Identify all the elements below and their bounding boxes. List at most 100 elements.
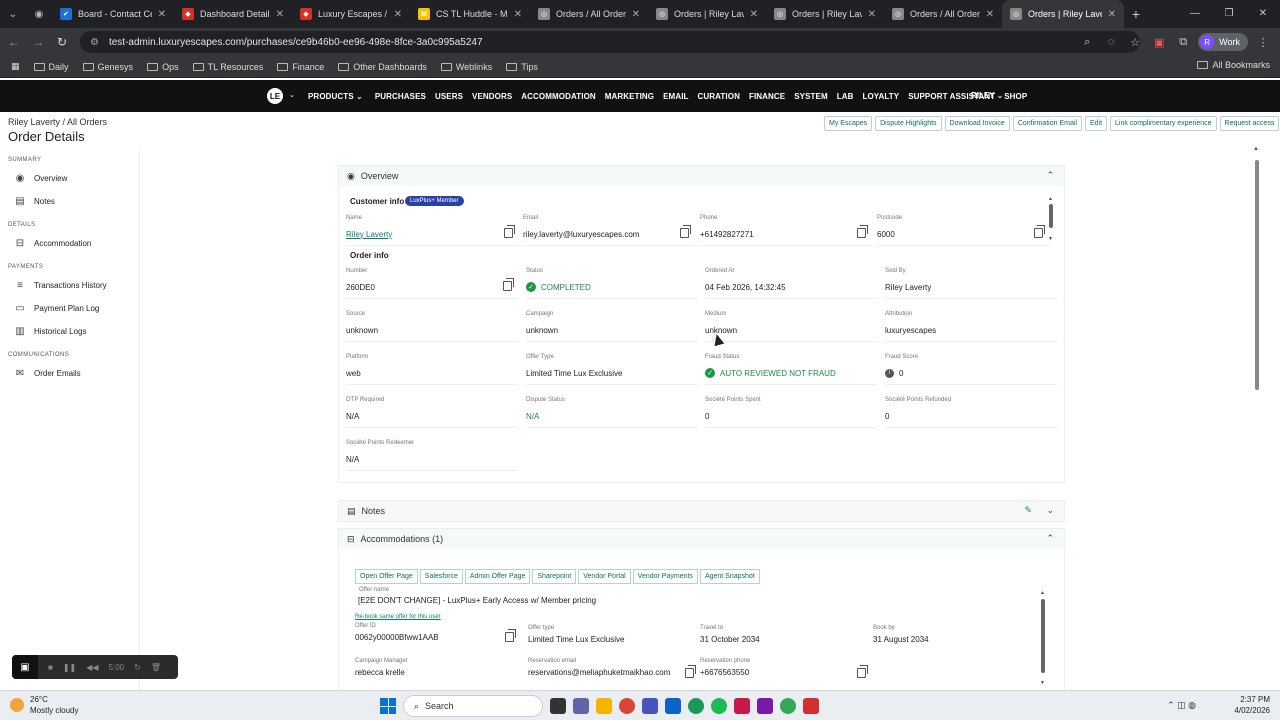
sidebar-item-notes[interactable]: ▤ Notes: [0, 190, 139, 213]
teams-work-icon[interactable]: [642, 698, 658, 714]
menu-kebab-icon[interactable]: ⋮: [1254, 36, 1272, 49]
close-tab-icon[interactable]: ✕: [868, 9, 876, 20]
nav-menu-item[interactable]: PURCHASES: [375, 92, 426, 101]
chevron-down-icon[interactable]: ⌄: [289, 91, 295, 99]
copy-icon[interactable]: [1034, 225, 1045, 238]
notes-header[interactable]: ▤ Notes ✎ ⌄: [339, 501, 1064, 521]
onenote-icon[interactable]: [757, 698, 773, 714]
nav-menu-item[interactable]: VENDORS: [472, 92, 512, 101]
windows-start-icon[interactable]: [380, 698, 396, 714]
browser-tab[interactable]: ◎ Orders | Riley Laverty ✕: [1002, 0, 1124, 28]
sidebar-item-order-emails[interactable]: ✉ Order Emails: [0, 362, 139, 385]
sidebar-item-accommodation[interactable]: ⊟ Accommodation: [0, 232, 139, 255]
user-menu[interactable]: RILEY ⌄: [971, 91, 1003, 100]
camera-icon[interactable]: ▣: [12, 655, 38, 679]
overview-scrollbar-thumb[interactable]: [1049, 204, 1053, 228]
bookmark-folder[interactable]: Tips: [501, 62, 543, 72]
browser-tab[interactable]: ✔ Board - Contact Cen ✕: [52, 0, 174, 28]
close-tab-icon[interactable]: ✕: [394, 9, 402, 20]
order-action-button[interactable]: Confirmation Email: [1012, 116, 1082, 131]
accommodation-scrollbar[interactable]: ▲ ▼: [1040, 590, 1046, 686]
rebook-link[interactable]: Re-book same offer for this user: [355, 614, 1035, 620]
order-action-button[interactable]: Link complimentary experience: [1110, 116, 1217, 131]
maximize-icon[interactable]: ❐: [1212, 0, 1246, 28]
file-explorer-icon[interactable]: [596, 698, 612, 714]
close-tab-icon[interactable]: ✕: [1108, 9, 1116, 20]
chevron-up-icon[interactable]: ⌃: [1046, 533, 1054, 544]
eye-off-icon[interactable]: ◌: [1102, 36, 1120, 48]
sidebar-item-historical-logs[interactable]: ▥ Historical Logs: [0, 320, 139, 343]
accommodation-link-button[interactable]: Sharepoint: [532, 569, 577, 584]
close-window-icon[interactable]: ✕: [1246, 0, 1280, 28]
recording-icon[interactable]: ◉: [26, 0, 52, 28]
overview-scrollbar[interactable]: ▲ ▼: [1048, 196, 1054, 242]
spotify-icon[interactable]: [711, 698, 727, 714]
close-tab-icon[interactable]: ✕: [750, 9, 758, 20]
nav-menu-item[interactable]: MARKETING: [605, 92, 654, 101]
main-scrollbar-thumb[interactable]: [1255, 160, 1259, 390]
add-note-icon[interactable]: ✎: [1024, 505, 1032, 516]
close-tab-icon[interactable]: ✕: [986, 9, 994, 20]
copy-icon[interactable]: [504, 225, 515, 238]
extension-badge-icon[interactable]: ▣: [1150, 36, 1168, 49]
chrome-active-icon[interactable]: [688, 698, 704, 714]
browser-tab[interactable]: ◎ Orders | Riley Laverty ✕: [766, 0, 884, 28]
bookmark-folder[interactable]: TL Resources: [188, 62, 269, 72]
copy-icon[interactable]: [680, 225, 691, 238]
nav-menu-item[interactable]: ACCOMMODATION: [521, 92, 595, 101]
nav-menu-item[interactable]: LAB: [837, 92, 854, 101]
bookmark-folder[interactable]: Daily: [29, 62, 74, 72]
zoom-icon[interactable]: ⌕: [1078, 36, 1096, 49]
minimize-icon[interactable]: —: [1178, 0, 1212, 28]
order-action-button[interactable]: Request access: [1219, 116, 1280, 131]
nav-menu-item[interactable]: FINANCE: [749, 92, 785, 101]
order-action-button[interactable]: Edit: [1084, 116, 1108, 131]
browser-tab[interactable]: ◎ Orders | Riley Laverty ✕: [648, 0, 766, 28]
close-tab-icon[interactable]: ✕: [514, 9, 522, 20]
sidebar-item-payment-plan[interactable]: ▭ Payment Plan Log: [0, 297, 139, 320]
accommodation-scrollbar-thumb[interactable]: [1041, 599, 1045, 673]
site-settings-icon[interactable]: ⚙: [90, 37, 99, 48]
chevron-down-icon[interactable]: ⌄: [1046, 505, 1054, 516]
stop-icon[interactable]: ■: [48, 663, 53, 672]
task-view-icon[interactable]: [550, 698, 566, 714]
bookmark-star-icon[interactable]: ☆: [1126, 36, 1144, 49]
nav-menu-item[interactable]: SYSTEM: [794, 92, 828, 101]
scroll-up-icon[interactable]: ▲: [1040, 590, 1045, 596]
chevron-up-icon[interactable]: ⌃: [1046, 170, 1054, 181]
scroll-up-icon[interactable]: ▲: [1253, 146, 1259, 152]
clock[interactable]: 2:37 PM 4/02/2026: [1234, 694, 1270, 716]
url-input[interactable]: ⚙ test-admin.luxuryescapes.com/purchases…: [80, 31, 1140, 53]
profile-button[interactable]: R Work: [1198, 33, 1248, 51]
browser-tab[interactable]: ◆ Dashboard Detail ✕: [174, 0, 292, 28]
close-tab-icon[interactable]: ✕: [632, 9, 640, 20]
nav-menu-item[interactable]: LOYALTY: [862, 92, 899, 101]
nav-menu-item[interactable]: PRODUCTS ⌄: [308, 92, 363, 101]
copy-icon[interactable]: [505, 629, 516, 642]
chrome-alt-icon[interactable]: [780, 698, 796, 714]
scroll-up-icon[interactable]: ▲: [1048, 196, 1053, 202]
rewind-icon[interactable]: ◀◀: [86, 663, 98, 672]
reload-icon[interactable]: ↻: [50, 35, 74, 49]
accommodation-link-button[interactable]: Open Offer Page: [355, 569, 418, 584]
sidebar-item-transactions[interactable]: ≡ Transactions History: [0, 274, 139, 297]
info-icon[interactable]: i: [885, 368, 894, 378]
delete-icon[interactable]: 🗑: [151, 663, 161, 672]
bookmark-folder[interactable]: Ops: [142, 62, 184, 72]
sidebar-item-overview[interactable]: ◉ Overview: [0, 167, 139, 190]
copy-icon[interactable]: [857, 225, 868, 238]
teams-icon[interactable]: [573, 698, 589, 714]
accommodation-link-button[interactable]: Salesforce: [419, 569, 463, 584]
all-bookmarks[interactable]: All Bookmarks: [1197, 60, 1270, 70]
nav-menu-item[interactable]: CURATION: [698, 92, 740, 101]
weather-widget[interactable]: 26°C Mostly cloudy: [10, 694, 78, 716]
back-icon[interactable]: ←: [2, 35, 26, 49]
browser-tab[interactable]: ◎ Orders / All Orders ✕: [530, 0, 648, 28]
copy-icon[interactable]: [503, 278, 514, 291]
taskbar-search[interactable]: ⌕ Search: [403, 695, 543, 717]
outlook-icon[interactable]: [665, 698, 681, 714]
accommodation-link-button[interactable]: Vendor Payments: [632, 569, 698, 584]
close-tab-icon[interactable]: ✕: [276, 9, 284, 20]
overview-header[interactable]: ◉ Overview ⌃: [339, 166, 1064, 186]
system-tray-icons[interactable]: ⌃ ◫ ◍: [1167, 700, 1196, 711]
